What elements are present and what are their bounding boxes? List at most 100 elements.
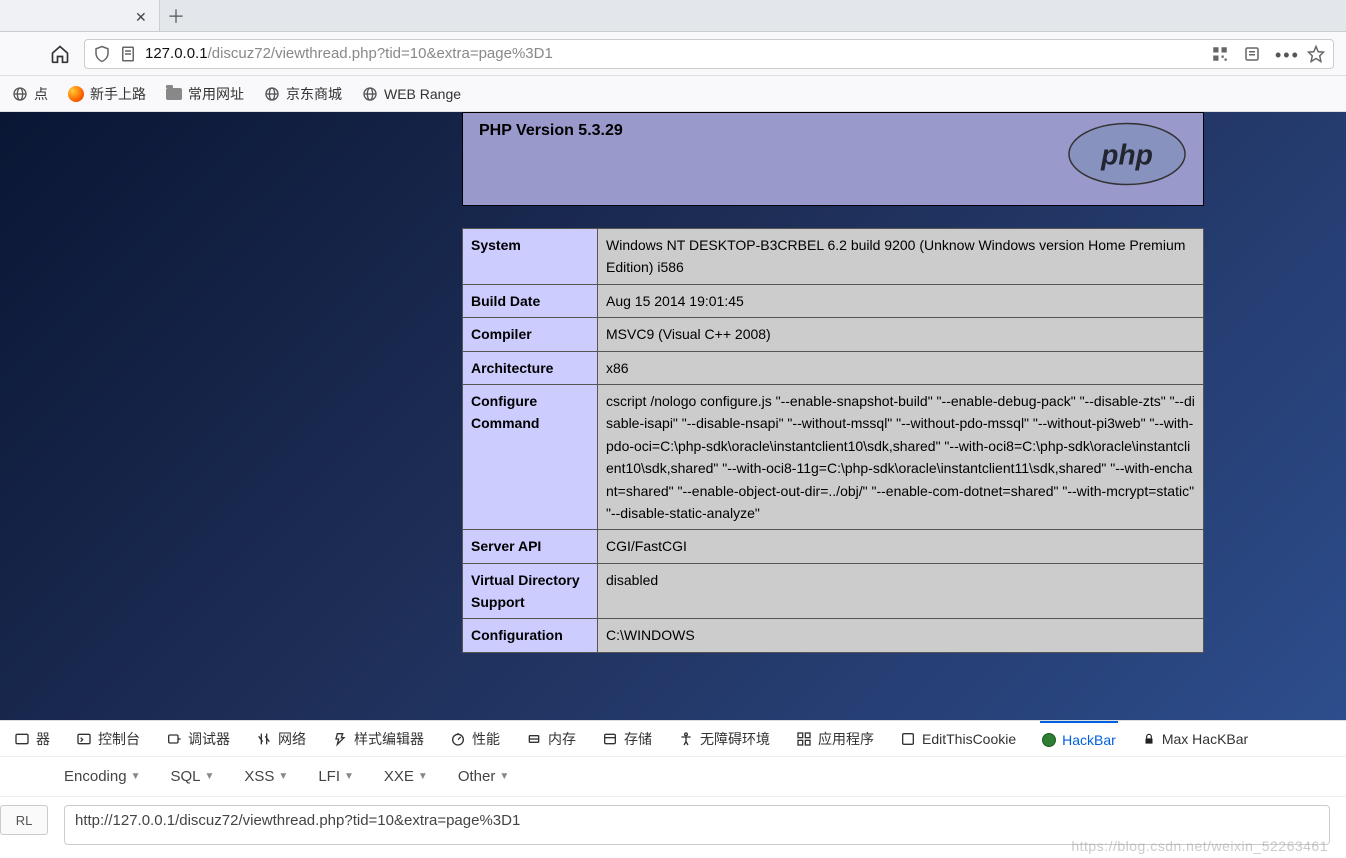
phpinfo-key: Configuration (463, 619, 598, 652)
php-logo: php (1067, 122, 1187, 186)
phpinfo-key: Virtual Directory Support (463, 563, 598, 619)
bookmark-item[interactable]: 新手上路 (68, 84, 146, 104)
devtab-inspector[interactable]: 器 (12, 721, 52, 756)
caret-icon: ▼ (278, 771, 288, 782)
phpinfo-value: Aug 15 2014 19:01:45 (598, 284, 1204, 317)
table-row: Configure Commandcscript /nologo configu… (463, 384, 1204, 529)
devtab-label: 器 (36, 729, 50, 749)
phpinfo-value: Windows NT DESKTOP-B3CRBEL 6.2 build 920… (598, 229, 1204, 285)
devtab-hackbar[interactable]: HackBar (1040, 721, 1118, 756)
accessibility-icon (678, 731, 694, 747)
bookmark-item[interactable]: 点 (12, 84, 48, 104)
caret-icon: ▼ (204, 771, 214, 782)
devtab-label: 应用程序 (818, 729, 874, 749)
devtab-performance[interactable]: 性能 (448, 721, 502, 756)
document-icon (119, 45, 137, 63)
phpinfo-value: CGI/FastCGI (598, 530, 1204, 563)
inspector-icon (14, 731, 30, 747)
bookmark-item[interactable]: 京东商城 (264, 84, 342, 104)
page-content: PHP Version 5.3.29 php SystemWindows NT … (0, 112, 1346, 720)
bookmark-label: 京东商城 (286, 84, 342, 104)
hackbar-xxe-menu[interactable]: XXE▼ (384, 768, 428, 785)
menu-label: Encoding (64, 768, 127, 785)
phpinfo-key: Configure Command (463, 384, 598, 529)
shield-icon (93, 45, 111, 63)
caret-icon: ▼ (344, 771, 354, 782)
table-row: Build DateAug 15 2014 19:01:45 (463, 284, 1204, 317)
devtab-editthiscookie[interactable]: EditThisCookie (898, 721, 1018, 756)
hackbar-url-input[interactable] (64, 805, 1330, 845)
bookmark-label: 新手上路 (90, 84, 146, 104)
table-row: Server APICGI/FastCGI (463, 530, 1204, 563)
close-icon[interactable]: ✕ (135, 9, 149, 23)
devtab-label: Max HacKBar (1162, 731, 1248, 747)
bookmark-label: WEB Range (384, 86, 461, 102)
bookmark-star-icon[interactable] (1307, 45, 1325, 63)
devtab-debugger[interactable]: 调试器 (164, 721, 232, 756)
phpinfo-value: C:\WINDOWS (598, 619, 1204, 652)
devtab-console[interactable]: 控制台 (74, 721, 142, 756)
bookmarks-toolbar: 点 新手上路 常用网址 京东商城 WEB Range (0, 76, 1346, 112)
phpinfo-table: SystemWindows NT DESKTOP-B3CRBEL 6.2 bui… (462, 228, 1204, 653)
home-button[interactable] (50, 44, 70, 64)
qr-icon[interactable] (1211, 45, 1229, 63)
phpinfo-key: System (463, 229, 598, 285)
reader-icon[interactable] (1243, 45, 1261, 63)
devtab-label: 样式编辑器 (354, 729, 424, 749)
table-row: ConfigurationC:\WINDOWS (463, 619, 1204, 652)
phpinfo-key: Server API (463, 530, 598, 563)
devtab-label: EditThisCookie (922, 731, 1016, 747)
checkbox-icon (900, 731, 916, 747)
network-icon (256, 731, 272, 747)
menu-label: Other (458, 768, 496, 785)
devtab-style[interactable]: 样式编辑器 (330, 721, 426, 756)
hackbar-url-row: RL https://blog.csdn.net/weixin_52263461 (0, 796, 1346, 858)
phpinfo-value: disabled (598, 563, 1204, 619)
bookmark-item[interactable]: WEB Range (362, 86, 461, 102)
url-text: 127.0.0.1/discuz72/viewthread.php?tid=10… (145, 45, 553, 62)
folder-icon (166, 86, 182, 102)
hackbar-encoding-menu[interactable]: Encoding▼ (64, 768, 140, 785)
table-row: Architecturex86 (463, 351, 1204, 384)
application-icon (796, 731, 812, 747)
hackbar-sql-menu[interactable]: SQL▼ (170, 768, 214, 785)
devtab-maxhackbar[interactable]: Max HacKBar (1140, 721, 1250, 756)
browser-tabbar: ✕ ＋ (0, 0, 1346, 32)
hackbar-lfi-menu[interactable]: LFI ▼ (318, 768, 354, 785)
url-input[interactable]: 127.0.0.1/discuz72/viewthread.php?tid=10… (84, 39, 1334, 69)
hackbar-other-menu[interactable]: Other▼ (458, 768, 509, 785)
svg-text:php: php (1100, 138, 1153, 170)
console-icon (76, 731, 92, 747)
hackbar-toolbar: Encoding▼ SQL▼ XSS▼ LFI▼ XXE▼ Other▼ (0, 756, 1346, 796)
performance-icon (450, 731, 466, 747)
phpinfo-key: Build Date (463, 284, 598, 317)
debugger-icon (166, 731, 182, 747)
phpinfo-container: PHP Version 5.3.29 php SystemWindows NT … (462, 112, 1204, 653)
devtab-memory[interactable]: 内存 (524, 721, 578, 756)
devtab-storage[interactable]: 存储 (600, 721, 654, 756)
globe-icon (362, 86, 378, 102)
devtab-accessibility[interactable]: 无障碍环境 (676, 721, 772, 756)
bookmark-item[interactable]: 常用网址 (166, 84, 244, 104)
devtab-label: HackBar (1062, 732, 1116, 748)
devtab-network[interactable]: 网络 (254, 721, 308, 756)
lock-icon (1142, 732, 1156, 746)
devtab-label: 内存 (548, 729, 576, 749)
devtab-application[interactable]: 应用程序 (794, 721, 876, 756)
devtools-tabbar: 器 控制台 调试器 网络 样式编辑器 性能 内存 存储 无障碍环境 应用程序 E… (0, 720, 1346, 756)
phpinfo-header: PHP Version 5.3.29 php (462, 112, 1204, 206)
address-bar: 127.0.0.1/discuz72/viewthread.php?tid=10… (0, 32, 1346, 76)
more-icon[interactable]: ••• (1275, 45, 1293, 63)
phpinfo-value: x86 (598, 351, 1204, 384)
menu-label: LFI (318, 768, 340, 785)
hackbar-xss-menu[interactable]: XSS▼ (244, 768, 288, 785)
devtab-label: 网络 (278, 729, 306, 749)
phpinfo-key: Architecture (463, 351, 598, 384)
browser-tab[interactable]: ✕ (0, 0, 160, 31)
new-tab-button[interactable]: ＋ (160, 0, 192, 31)
table-row: SystemWindows NT DESKTOP-B3CRBEL 6.2 bui… (463, 229, 1204, 285)
devtab-label: 控制台 (98, 729, 140, 749)
bookmark-label: 常用网址 (188, 84, 244, 104)
phpinfo-value: cscript /nologo configure.js "--enable-s… (598, 384, 1204, 529)
globe-icon (12, 86, 28, 102)
